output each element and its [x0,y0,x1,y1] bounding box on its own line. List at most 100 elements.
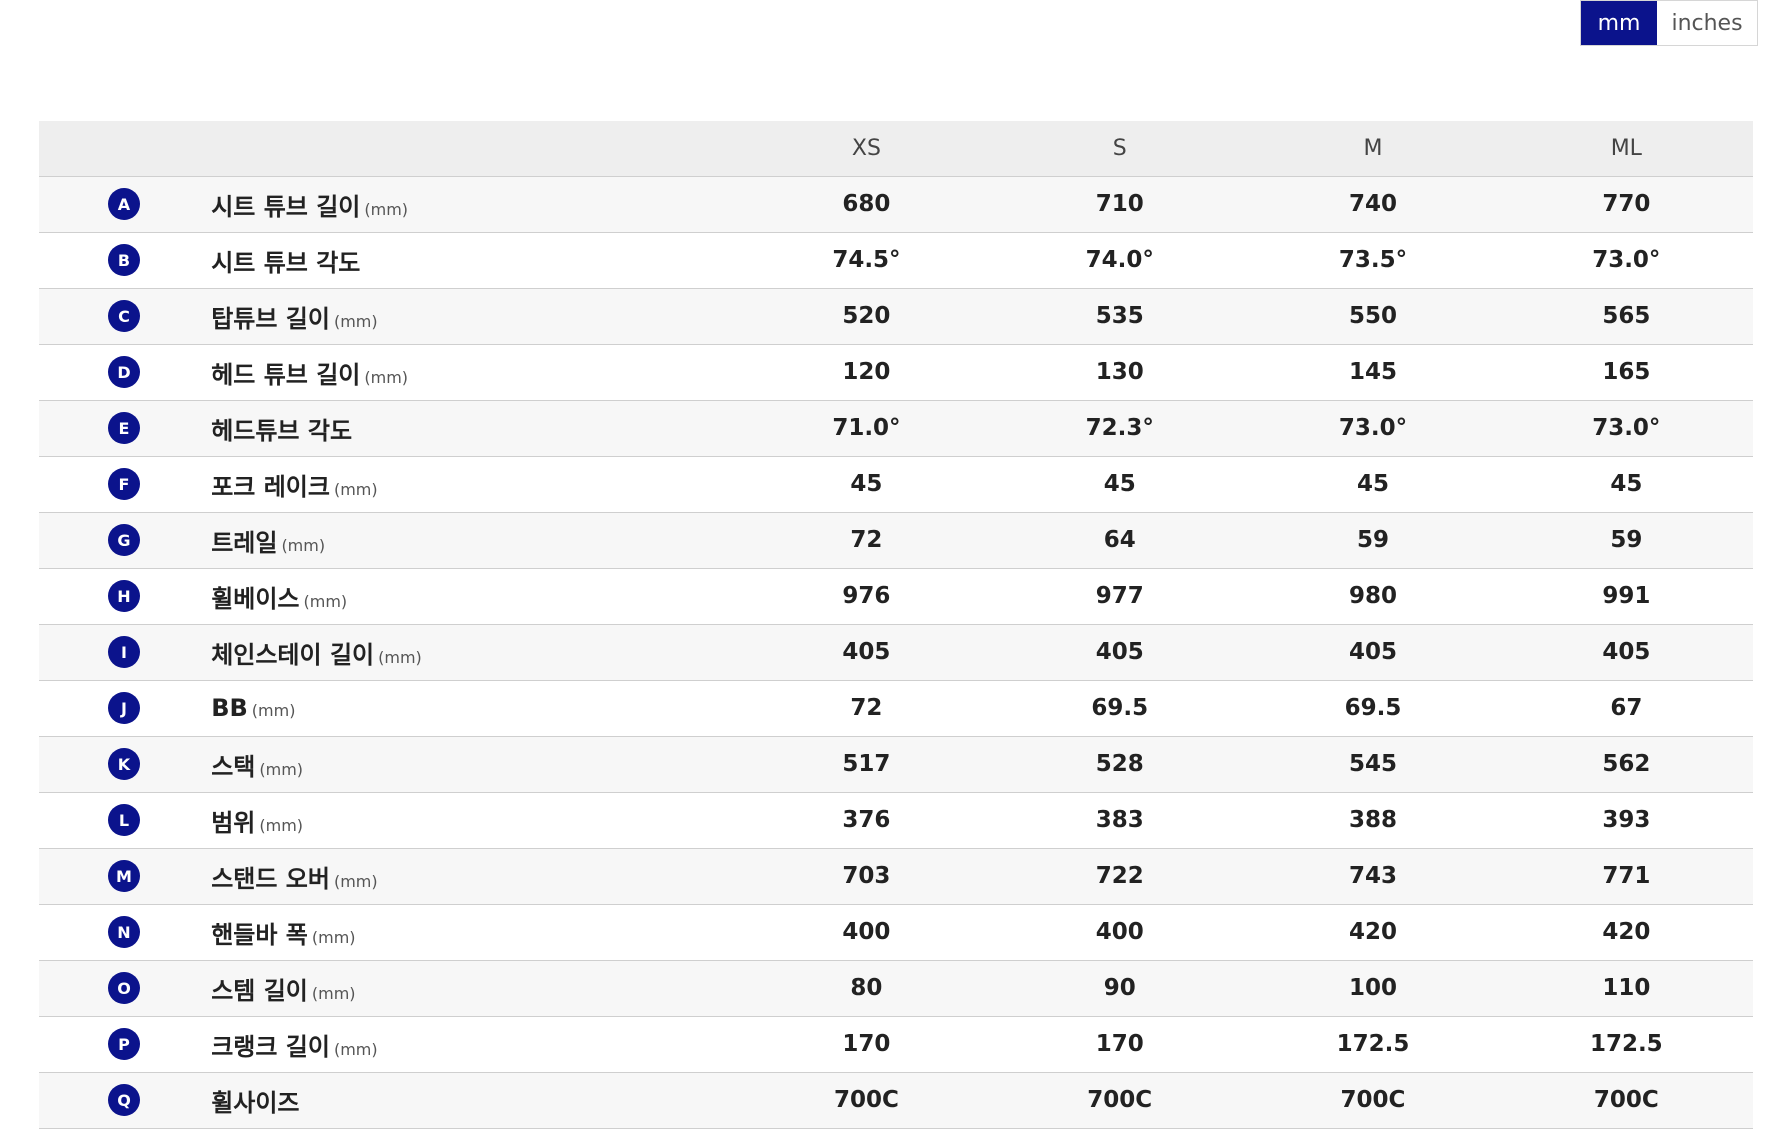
row-letter-cell: D [39,344,211,400]
table-header-row: XS S M ML [39,121,1753,176]
header-size-s: S [1112,135,1127,161]
value-cell: 771 [1602,863,1651,889]
value-cell: 45 [1356,471,1389,497]
value-cell: 120 [842,359,891,385]
letter-badge: M [108,860,140,892]
row-unit: (mm) [378,647,422,667]
value-cell: 388 [1348,807,1397,833]
row-label: 체인스테이 길이 [211,640,375,669]
row-label: 휠사이즈 [211,1088,300,1117]
row-letter-cell: A [39,176,211,232]
value-cell: 520 [842,303,891,329]
row-unit: (mm) [281,535,326,555]
row-label: 탑튜브 길이 [211,304,330,333]
value-cell: 517 [842,751,891,777]
row-label: 핸들바 폭 [211,920,308,949]
value-cell: 405 [1602,639,1651,665]
value-cell: 700C [1087,1087,1153,1113]
letter-badge: E [108,412,140,444]
value-cell: 67 [1610,695,1643,721]
table-row: C 탑튜브 길이 (mm) 520 535 550 565 [39,288,1753,344]
unit-mm-button[interactable]: mm [1581,1,1657,45]
row-label-cell: 스택 (mm) [211,736,740,792]
value-cell: 80 [850,975,883,1001]
header-size-m: M [1363,135,1383,161]
value-cell: 74.5° [832,247,901,273]
value-cell: 700C [833,1087,899,1113]
table-row: K 스택 (mm) 517 528 545 562 [39,736,1753,792]
row-label-cell: 시트 튜브 각도 [211,232,740,288]
row-label-cell: 핸들바 폭 (mm) [211,904,740,960]
table-row: O 스템 길이 (mm) 80 90 100 110 [39,960,1753,1016]
row-letter-cell: I [39,624,211,680]
value-cell: 550 [1348,303,1397,329]
row-label: 헤드튜브 각도 [211,416,353,445]
table-row: I 체인스테이 길이 (mm) 405 405 405 405 [39,624,1753,680]
row-unit: (mm) [364,199,409,219]
row-unit: (mm) [333,311,378,331]
value-cell: 400 [1095,919,1144,945]
value-cell: 980 [1348,583,1397,609]
row-letter-cell: Q [39,1072,211,1128]
row-label-cell: 범위 (mm) [211,792,740,848]
row-letter-cell: O [39,960,211,1016]
value-cell: 722 [1095,863,1144,889]
row-letter-cell: L [39,792,211,848]
row-unit: (mm) [251,701,296,720]
row-label-cell: 시트 튜브 길이 (mm) [211,176,740,232]
value-cell: 770 [1602,191,1651,217]
table-row: E 헤드튜브 각도 71.0° 72.3° 73.0° 73.0° [39,400,1753,456]
value-cell: 535 [1095,303,1144,329]
value-cell: 172.5 [1589,1031,1663,1057]
row-letter-cell: F [39,456,211,512]
table-row: F 포크 레이크 (mm) 45 45 45 45 [39,456,1753,512]
value-cell: 977 [1095,583,1144,609]
letter-badge: L [108,804,140,836]
value-cell: 400 [842,919,891,945]
value-cell: 420 [1348,919,1397,945]
value-cell: 740 [1348,191,1397,217]
row-letter-cell: K [39,736,211,792]
value-cell: 165 [1602,359,1651,385]
row-label-cell: 크랭크 길이 (mm) [211,1016,740,1072]
letter-badge: Q [108,1084,140,1116]
row-label-cell: 스탠드 오버 (mm) [211,848,740,904]
row-letter-cell: E [39,400,211,456]
row-label-cell: BB (mm) [211,680,740,736]
row-label-cell: 헤드 튜브 길이 (mm) [211,344,740,400]
letter-badge: N [108,916,140,948]
row-letter-cell: J [39,680,211,736]
value-cell: 71.0° [832,415,901,441]
value-cell: 565 [1602,303,1651,329]
row-letter-cell: B [39,232,211,288]
letter-badge: J [108,692,140,724]
value-cell: 73.0° [1592,247,1661,273]
row-letter-cell: M [39,848,211,904]
table-row: L 범위 (mm) 376 383 388 393 [39,792,1753,848]
unit-inches-button[interactable]: inches [1657,1,1757,45]
value-cell: 59 [1356,527,1389,553]
row-label-cell: 스템 길이 (mm) [211,960,740,1016]
value-cell: 145 [1348,359,1397,385]
value-cell: 73.0° [1338,415,1408,441]
row-letter-cell: G [39,512,211,568]
row-label: 스택 [211,752,256,781]
row-label-cell: 탑튜브 길이 (mm) [211,288,740,344]
value-cell: 700C [1593,1087,1659,1113]
letter-badge: I [108,636,140,668]
table-row: M 스탠드 오버 (mm) 703 722 743 771 [39,848,1753,904]
table-row: N 핸들바 폭 (mm) 400 400 420 420 [39,904,1753,960]
letter-badge: H [108,580,140,612]
value-cell: 45 [1103,471,1136,497]
value-cell: 680 [842,191,891,217]
row-letter-cell: H [39,568,211,624]
value-cell: 420 [1602,919,1651,945]
value-cell: 69.5 [1344,695,1402,721]
row-label: 포크 레이크 [211,472,330,501]
row-unit: (mm) [311,927,356,947]
letter-badge: D [108,356,140,388]
value-cell: 405 [842,639,891,665]
value-cell: 383 [1095,807,1144,833]
table-body: A 시트 튜브 길이 (mm) 680 710 740 770 B 시트 튜브 각도 74.5° 7… [39,176,1753,1128]
value-cell: 72 [850,527,883,553]
